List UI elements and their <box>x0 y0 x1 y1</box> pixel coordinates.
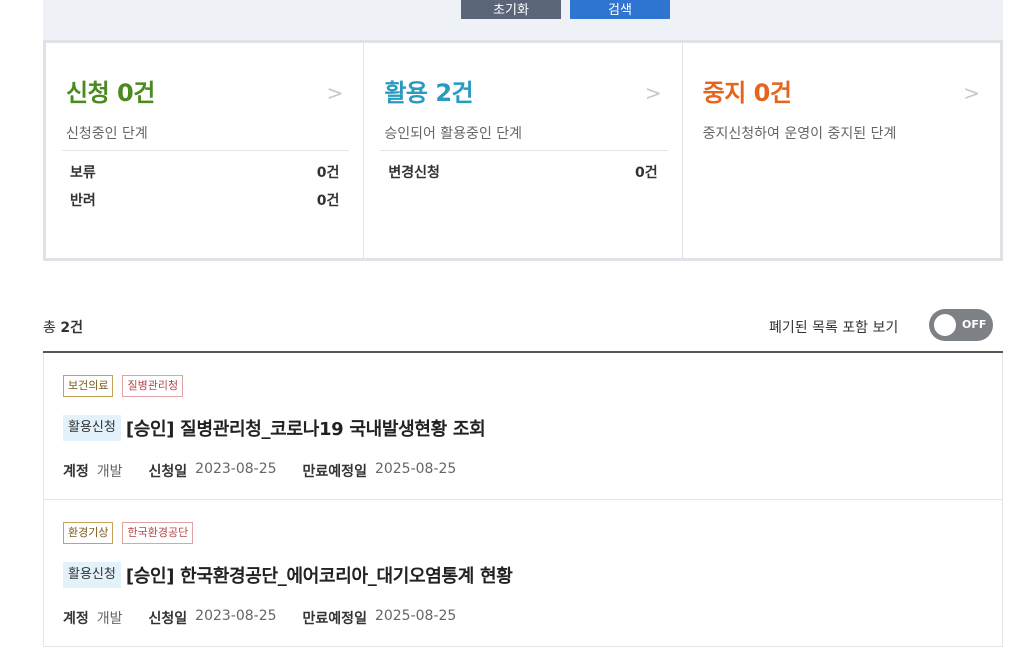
organization-tag: 한국환경공단 <box>122 522 194 544</box>
apply-count-title: 신청 0건 <box>66 79 155 107</box>
chevron-right-icon[interactable]: > <box>645 81 662 105</box>
change-request-row: 변경신청 0건 <box>388 163 657 191</box>
toggle-knob <box>934 314 956 336</box>
expires-label: 만료예정일 <box>302 464 367 480</box>
list-item[interactable]: 환경기상 한국환경공단 활용신청 [승인] 한국환경공단_에어코리아_대기오염통… <box>43 500 1003 647</box>
account-value: 개발 <box>96 611 123 627</box>
chevron-right-icon[interactable]: > <box>963 81 980 105</box>
status-badge: 활용신청 <box>63 562 121 588</box>
account-label: 계정 <box>63 464 89 480</box>
toggle-state: OFF <box>962 318 987 331</box>
change-request-label: 변경신청 <box>388 165 440 181</box>
applied-label: 신청일 <box>148 464 188 480</box>
chevron-right-icon[interactable]: > <box>327 81 344 105</box>
include-discarded-label: 폐기된 목록 포함 보기 <box>769 320 899 336</box>
applied-label: 신청일 <box>148 611 188 627</box>
applied-date: 2023-08-25 <box>195 461 277 477</box>
expires-label: 만료예정일 <box>302 611 367 627</box>
list-item[interactable]: 보건의료 질병관리청 활용신청 [승인] 질병관리청_코로나19 국내발생현황 … <box>43 353 1003 500</box>
divider <box>380 150 668 151</box>
change-request-count: 0건 <box>635 165 658 181</box>
use-description: 승인되어 활용중인 단계 <box>384 126 523 142</box>
divider <box>62 150 350 151</box>
applied-date: 2023-08-25 <box>195 608 277 624</box>
summary-card-stop[interactable]: 중지 0건 > 중지신청하여 운영이 중지된 단계 <box>683 43 1000 258</box>
expires-date: 2025-08-25 <box>374 461 457 477</box>
stop-description: 중지신청하여 운영이 중지된 단계 <box>702 126 897 142</box>
reject-count: 0건 <box>316 193 340 209</box>
status-badge: 활용신청 <box>63 415 121 441</box>
organization-tag: 질병관리청 <box>122 375 184 397</box>
reject-row: 반려 0건 <box>70 191 339 219</box>
search-panel: 초기화 검색 <box>43 0 1003 40</box>
use-count-title: 활용 2건 <box>384 79 474 107</box>
item-title[interactable]: [승인] 질병관리청_코로나19 국내발생현황 조회 <box>126 415 486 441</box>
hold-count: 0건 <box>316 165 340 181</box>
application-list: 보건의료 질병관리청 활용신청 [승인] 질병관리청_코로나19 국내발생현황 … <box>43 351 1003 647</box>
apply-description: 신청중인 단계 <box>66 126 148 142</box>
summary-card-apply[interactable]: 신청 0건 > 신청중인 단계 보류 0건 반려 0건 <box>46 43 365 258</box>
reset-button[interactable]: 초기화 <box>461 0 561 19</box>
hold-row: 보류 0건 <box>70 163 339 191</box>
expires-date: 2025-08-25 <box>374 608 457 624</box>
stop-count-title: 중지 0건 <box>702 79 792 107</box>
item-meta: 계정 개발 신청일 2023-08-25 만료예정일 2025-08-25 <box>63 461 482 481</box>
include-discarded-toggle[interactable]: OFF <box>929 309 993 341</box>
summary-card-use[interactable]: 활용 2건 > 승인되어 활용중인 단계 변경신청 0건 <box>364 43 683 258</box>
item-meta: 계정 개발 신청일 2023-08-25 만료예정일 2025-08-25 <box>63 608 482 628</box>
total-prefix: 총 <box>43 320 61 336</box>
total-count: 총 2건 <box>43 317 83 337</box>
item-title[interactable]: [승인] 한국환경공단_에어코리아_대기오염통계 현황 <box>126 562 513 588</box>
hold-label: 보류 <box>70 165 96 181</box>
category-tag: 환경기상 <box>63 522 114 544</box>
total-value: 2건 <box>60 320 83 336</box>
category-tag: 보건의료 <box>63 375 114 397</box>
reject-label: 반려 <box>70 193 96 209</box>
search-button[interactable]: 검색 <box>570 0 670 19</box>
status-summary: 신청 0건 > 신청중인 단계 보류 0건 반려 0건 활용 2건 > 승인되어… <box>43 40 1003 261</box>
account-label: 계정 <box>63 611 89 627</box>
account-value: 개발 <box>96 464 123 480</box>
